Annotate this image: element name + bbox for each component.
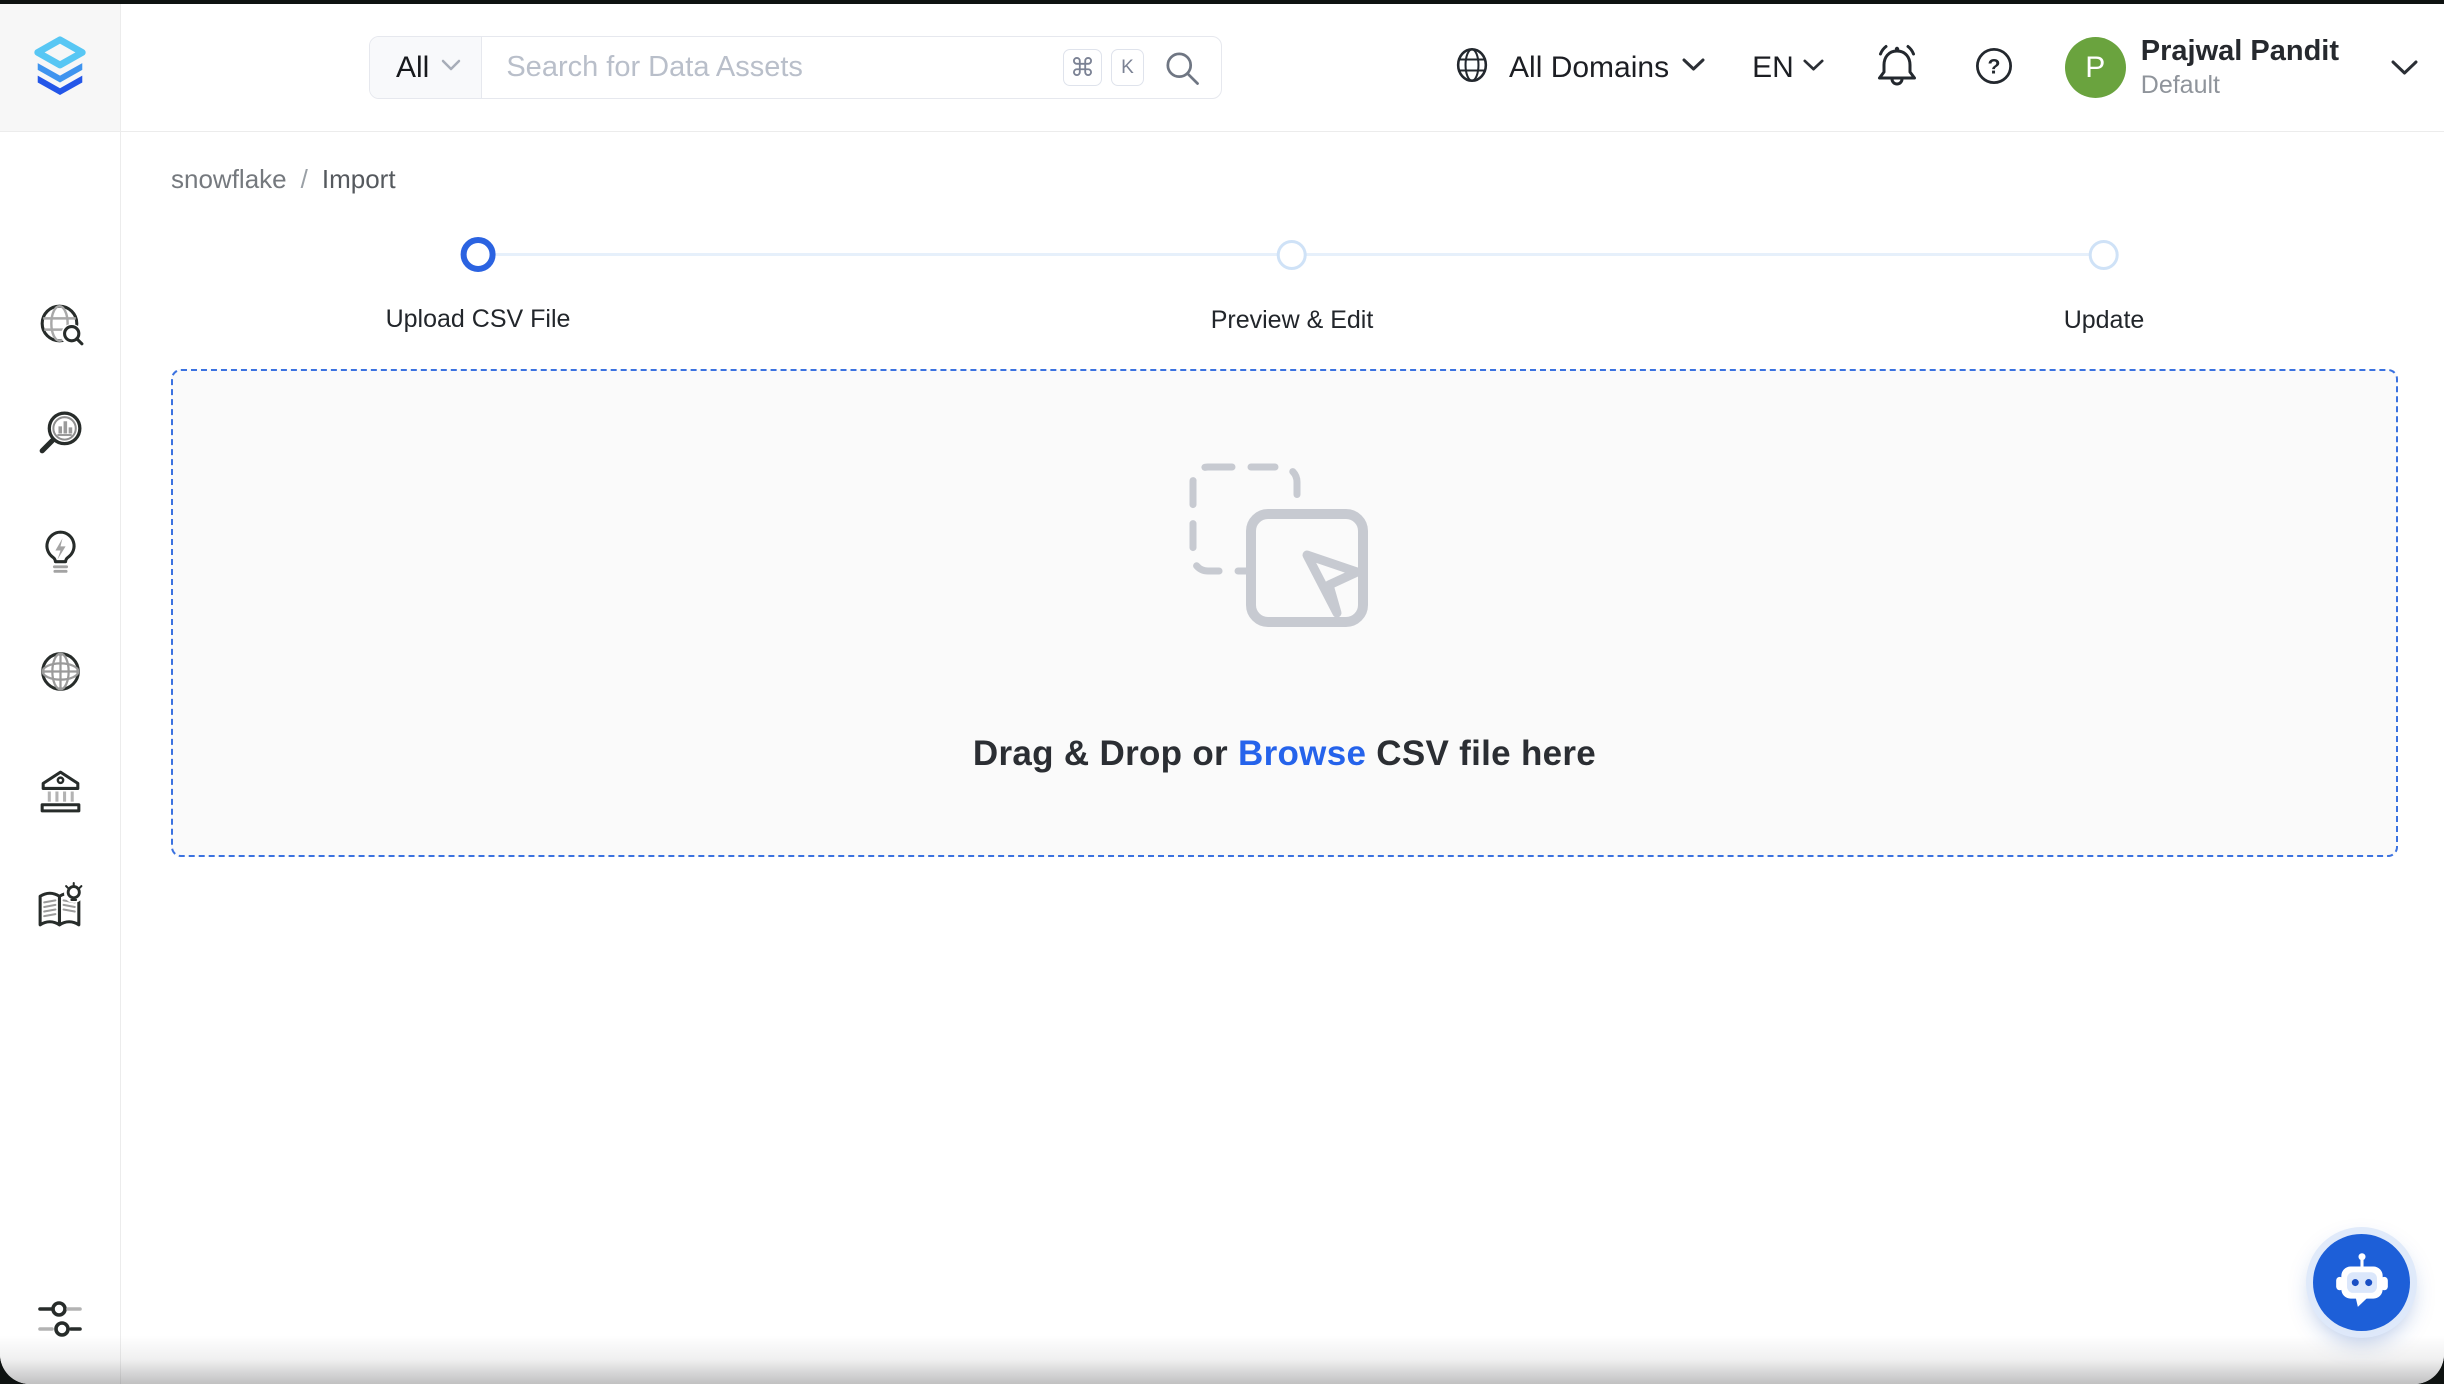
stepper-step-upload: Upload CSV File: [386, 237, 571, 334]
user-name: Prajwal Pandit: [2141, 35, 2339, 68]
help-button[interactable]: ?: [1970, 42, 2018, 93]
breadcrumb-separator: /: [301, 164, 308, 195]
sidebar-item-observability[interactable]: [33, 408, 88, 463]
insights-lightbulb-icon: [33, 524, 88, 582]
app-window: All ⌘ K: [0, 4, 2444, 1384]
chevron-down-icon: [1803, 59, 1824, 77]
chatbot-button[interactable]: [2313, 1234, 2410, 1331]
main-content: snowflake / Import Upload CSV File Previ…: [121, 132, 2444, 1384]
notifications-button[interactable]: [1871, 40, 1923, 95]
chevron-down-icon: [2391, 60, 2418, 76]
language-selector[interactable]: EN: [1752, 51, 1824, 85]
chatbot-robot-icon: [2331, 1250, 2393, 1315]
dropzone-text-suffix: CSV file here: [1366, 734, 1596, 773]
avatar: P: [2065, 37, 2126, 98]
left-sidebar: [0, 132, 121, 1384]
dropzone-text-prefix: Drag & Drop or: [973, 734, 1238, 773]
user-menu[interactable]: P Prajwal Pandit Default: [2065, 35, 2418, 100]
globe-icon: [1448, 41, 1496, 94]
sidebar-item-knowledge[interactable]: [33, 882, 88, 937]
step-label: Upload CSV File: [386, 305, 571, 334]
header-actions: All Domains EN: [1448, 4, 2418, 131]
layers-logo-icon: [28, 34, 92, 101]
sidebar-item-domains[interactable]: [33, 645, 88, 700]
app-logo[interactable]: [0, 4, 121, 131]
file-upload-cursor-icon: [1185, 459, 1385, 646]
step-label: Update: [2064, 306, 2145, 335]
sidebar-item-explore[interactable]: [33, 298, 88, 353]
top-header: All ⌘ K: [0, 4, 2444, 132]
search-input[interactable]: [482, 37, 1063, 98]
observability-magnifier-chart-icon: [33, 407, 88, 465]
question-mark-icon: ?: [1970, 42, 2018, 93]
breadcrumb-item-current: Import: [322, 164, 396, 195]
search-scope-label: All: [396, 51, 429, 85]
domain-selector[interactable]: All Domains: [1448, 41, 1705, 94]
csv-dropzone[interactable]: Drag & Drop or Browse CSV file here: [171, 369, 2398, 857]
cmd-key-badge: ⌘: [1063, 49, 1102, 86]
sidebar-item-insights[interactable]: [33, 525, 88, 580]
stepper-step-preview: Preview & Edit: [1211, 237, 1374, 335]
domain-selector-label: All Domains: [1509, 51, 1669, 85]
browse-link[interactable]: Browse: [1238, 734, 1366, 773]
k-key-badge: K: [1111, 49, 1144, 86]
chevron-down-icon: [441, 59, 461, 77]
dropzone-instruction: Drag & Drop or Browse CSV file here: [973, 734, 1596, 774]
breadcrumb-item-service[interactable]: snowflake: [171, 164, 287, 195]
sidebar-item-settings[interactable]: [33, 1293, 88, 1348]
bell-icon: [1871, 40, 1923, 95]
knowledge-book-icon: [33, 881, 88, 939]
step-label: Preview & Edit: [1211, 306, 1374, 335]
import-stepper: Upload CSV File Preview & Edit Update: [171, 237, 2398, 357]
user-workspace: Default: [2141, 71, 2339, 100]
svg-text:?: ?: [1987, 55, 2000, 78]
chevron-down-icon: [1682, 58, 1705, 77]
search-icon[interactable]: [1161, 47, 1203, 89]
step-indicator-active: [461, 237, 496, 272]
language-label: EN: [1752, 51, 1794, 85]
step-indicator-pending: [2089, 240, 2119, 270]
search-scope-dropdown[interactable]: All: [370, 37, 482, 98]
stepper-step-update: Update: [2064, 237, 2145, 335]
explore-globe-search-icon: [33, 297, 88, 355]
governance-bank-icon: [33, 764, 88, 822]
sidebar-item-governance[interactable]: [33, 765, 88, 820]
global-search-bar[interactable]: All ⌘ K: [369, 36, 1222, 99]
breadcrumb: snowflake / Import: [171, 164, 396, 195]
step-indicator-pending: [1277, 240, 1307, 270]
domains-globe-icon: [33, 644, 88, 702]
settings-sliders-icon: [35, 1296, 87, 1345]
